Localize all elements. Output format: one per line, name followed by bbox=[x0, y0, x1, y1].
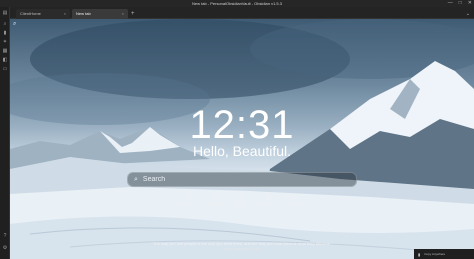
file-icon: ▯ bbox=[213, 194, 217, 200]
template-icon[interactable]: ◧ bbox=[2, 57, 8, 63]
tab-list-chevron-icon[interactable]: ⌄ bbox=[466, 9, 470, 19]
file-icon: ▯ bbox=[265, 194, 269, 200]
search-icon[interactable]: ⌕ bbox=[2, 21, 8, 27]
title-bar: New tab - PersonalObsidianVault - Obsidi… bbox=[0, 0, 474, 7]
recent-file-label: Dialect Rul... bbox=[180, 201, 198, 205]
tab-close-icon[interactable]: × bbox=[64, 9, 66, 19]
file-icon: ▯ bbox=[239, 194, 243, 200]
status-bar: ▮ Copy Anywhere bbox=[414, 249, 474, 259]
search-icon: ⌕ bbox=[134, 175, 138, 183]
recent-file-label: Daily Note bbox=[286, 201, 300, 205]
files-icon[interactable]: ▤ bbox=[2, 10, 8, 16]
tab-label: New tab bbox=[76, 11, 91, 16]
greeting-text: Hello, Beautiful. bbox=[192, 143, 292, 159]
tab-clienthome[interactable]: ClientHome × bbox=[16, 9, 70, 19]
recent-file-item[interactable]: ▯ ClientHome bbox=[204, 193, 226, 205]
window-controls: — □ ✕ bbox=[448, 0, 472, 7]
tab-bar: ClientHome × New tab × + ⌄ bbox=[10, 7, 474, 19]
window-title: New tab - PersonalObsidianVault - Obsidi… bbox=[192, 1, 282, 6]
tab-label: ClientHome bbox=[20, 11, 41, 16]
minimize-button[interactable]: — bbox=[448, 0, 453, 7]
clock-time: 12:31 bbox=[189, 103, 295, 147]
calendar-icon[interactable]: ▦ bbox=[2, 48, 8, 54]
quote-author: Johann Wolfgang von Goethe bbox=[222, 247, 262, 251]
folder-icon[interactable]: ▭ bbox=[2, 66, 8, 72]
recent-file-item[interactable]: ▯ 2023-07-12... bbox=[230, 193, 252, 205]
recent-file-item[interactable]: ▯ Daily Note bbox=[282, 193, 304, 205]
search-input[interactable] bbox=[142, 176, 343, 183]
bookmark-icon[interactable]: ▮ bbox=[2, 30, 8, 36]
tab-close-icon[interactable]: × bbox=[122, 9, 124, 19]
quote-text: "The way you see people is the way you t… bbox=[151, 241, 333, 246]
search-icon[interactable]: ⌕ bbox=[13, 21, 16, 28]
left-ribbon: ▤ ⌕ ▮ ✶ ▦ ◧ ▭ ? ⚙ bbox=[0, 7, 10, 259]
file-icon: ▯ bbox=[187, 194, 191, 200]
maximize-button[interactable]: □ bbox=[459, 0, 462, 7]
recent-file-label: 2023-07-12... bbox=[232, 201, 250, 205]
graph-icon[interactable]: ✶ bbox=[2, 39, 8, 45]
status-label[interactable]: Copy Anywhere bbox=[424, 252, 445, 256]
new-tab-page: ⌕ 12:31 Hello, Beautiful. ⌕ ▯ Dialect Ru… bbox=[10, 19, 474, 259]
new-tab-button[interactable]: + bbox=[131, 9, 135, 19]
recent-file-label: ClientHome bbox=[207, 201, 223, 205]
search-bar[interactable]: ⌕ bbox=[127, 172, 357, 187]
recent-file-item[interactable]: ▯ Journaling a... bbox=[256, 193, 278, 205]
file-icon: ▯ bbox=[291, 194, 295, 200]
recent-file-item[interactable]: ▯ Dialect Rul... bbox=[178, 193, 200, 205]
help-icon[interactable]: ? bbox=[2, 233, 8, 239]
tab-new-tab[interactable]: New tab × bbox=[72, 9, 128, 19]
settings-icon[interactable]: ⚙ bbox=[2, 245, 8, 251]
recent-file-label: Journaling a... bbox=[257, 201, 277, 205]
close-window-button[interactable]: ✕ bbox=[468, 0, 472, 7]
document-icon[interactable]: ▮ bbox=[418, 252, 420, 257]
recent-files: ▯ Dialect Rul... ▯ ClientHome ▯ 2023-07-… bbox=[178, 193, 304, 205]
